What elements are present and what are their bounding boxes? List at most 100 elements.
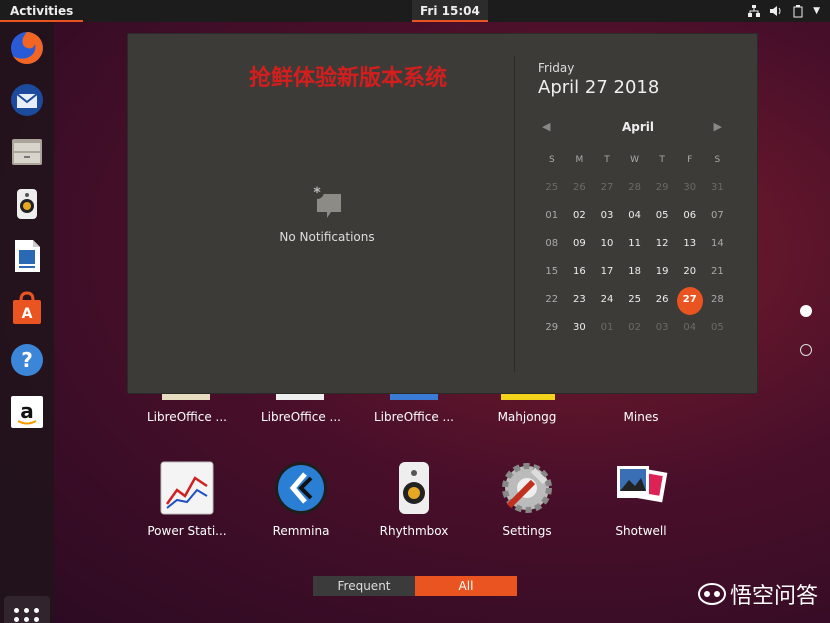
files-launcher[interactable] xyxy=(9,134,45,170)
calendar-day[interactable]: 26 xyxy=(648,286,676,314)
mahjongg-icon-fragment xyxy=(501,394,555,400)
tab-all[interactable]: All xyxy=(415,576,517,596)
calendar-day[interactable]: 25 xyxy=(538,174,566,202)
calendar-day[interactable]: 18 xyxy=(621,258,649,286)
clock-button[interactable]: Fri 15:04 xyxy=(412,0,488,22)
calendar-day[interactable]: 15 xyxy=(538,258,566,286)
calendar-day[interactable]: 04 xyxy=(621,202,649,230)
remmina-icon xyxy=(275,462,327,514)
calendar-day[interactable]: 13 xyxy=(676,230,704,258)
rhythmbox-icon xyxy=(399,462,429,514)
calendar-day[interactable]: 31 xyxy=(704,174,732,202)
weekday-header: W xyxy=(630,155,640,165)
no-notifications-label: No Notifications xyxy=(279,230,375,244)
calendar-day[interactable]: 20 xyxy=(676,258,704,286)
calendar-day[interactable]: 11 xyxy=(621,230,649,258)
calendar-day[interactable]: 16 xyxy=(566,258,594,286)
svg-text:a: a xyxy=(20,399,34,423)
show-applications-button[interactable] xyxy=(4,596,50,623)
weekday-header: S xyxy=(548,155,555,165)
calendar-day[interactable]: 30 xyxy=(676,174,704,202)
calendar-day[interactable]: 09 xyxy=(566,230,594,258)
svg-text:A: A xyxy=(22,306,33,322)
activities-button[interactable]: Activities xyxy=(0,0,84,22)
calendar-day[interactable]: 05 xyxy=(648,202,676,230)
writer-launcher[interactable] xyxy=(9,238,45,274)
calendar-day[interactable]: 27 xyxy=(676,286,704,315)
calendar-day[interactable]: 25 xyxy=(621,286,649,314)
calendar-day[interactable]: 04 xyxy=(676,314,704,342)
app-label: LibreOffice ... xyxy=(147,410,227,424)
calendar-day[interactable]: 03 xyxy=(648,314,676,342)
calendar-day[interactable]: 07 xyxy=(704,202,732,230)
calendar-day[interactable]: 24 xyxy=(593,286,621,314)
amazon-icon: a xyxy=(11,396,43,428)
calendar-day[interactable]: 12 xyxy=(648,230,676,258)
calendar-day[interactable]: 01 xyxy=(593,314,621,342)
calendar-day[interactable]: 22 xyxy=(538,286,566,314)
calendar-day[interactable]: 03 xyxy=(593,202,621,230)
app-remmina[interactable]: Remmina xyxy=(246,460,356,538)
calendar-day[interactable]: 29 xyxy=(648,174,676,202)
power-statistics-icon xyxy=(160,461,214,515)
calendar-day[interactable]: 28 xyxy=(621,174,649,202)
amazon-launcher[interactable]: a xyxy=(9,394,45,430)
calendar-day[interactable]: 29 xyxy=(538,314,566,342)
app-label: Mines xyxy=(623,410,659,424)
app-libreoffice-1[interactable]: LibreOffice ... xyxy=(132,406,242,424)
app-label: Rhythmbox xyxy=(379,524,449,538)
app-shotwell[interactable]: Shotwell xyxy=(586,460,696,538)
calendar-day[interactable]: 10 xyxy=(593,230,621,258)
calendar-day[interactable]: 19 xyxy=(648,258,676,286)
app-label: Mahjongg xyxy=(497,410,557,424)
calendar-day[interactable]: 02 xyxy=(566,202,594,230)
calendar-day[interactable]: 21 xyxy=(704,258,732,286)
calendar-full-date[interactable]: April 27 2018 xyxy=(538,77,738,98)
tab-frequent[interactable]: Frequent xyxy=(313,576,415,596)
calendar-day[interactable]: 01 xyxy=(538,202,566,230)
app-settings[interactable]: Settings xyxy=(472,460,582,538)
app-mines[interactable]: Mines xyxy=(586,406,696,424)
notifications-icon: * xyxy=(310,185,341,218)
app-label: Shotwell xyxy=(615,524,667,538)
calendar-day[interactable]: 05 xyxy=(704,314,732,342)
page-indicator-active[interactable] xyxy=(800,305,812,317)
app-libreoffice-2[interactable]: LibreOffice ... xyxy=(246,406,356,424)
app-rhythmbox[interactable]: Rhythmbox xyxy=(359,460,469,538)
libreoffice-icon-fragment xyxy=(390,394,438,400)
calendar-day[interactable]: 23 xyxy=(566,286,594,314)
app-power-statistics[interactable]: Power Stati... xyxy=(132,460,242,538)
app-mahjongg[interactable]: Mahjongg xyxy=(472,406,582,424)
previous-month-icon[interactable]: ◀ xyxy=(542,120,550,133)
software-icon: A xyxy=(13,291,41,324)
app-label: LibreOffice ... xyxy=(374,410,454,424)
thunderbird-launcher[interactable] xyxy=(9,82,45,118)
app-label: Remmina xyxy=(272,524,330,538)
libreoffice-writer-icon xyxy=(15,240,40,272)
next-month-icon[interactable]: ▶ xyxy=(714,120,722,133)
app-label: Settings xyxy=(502,524,552,538)
rhythmbox-launcher[interactable] xyxy=(9,186,45,222)
system-status-area[interactable]: ▼ xyxy=(748,0,820,22)
app-libreoffice-3[interactable]: LibreOffice ... xyxy=(359,406,469,424)
calendar-day[interactable]: 08 xyxy=(538,230,566,258)
software-launcher[interactable]: A xyxy=(9,290,45,326)
calendar-day[interactable]: 26 xyxy=(566,174,594,202)
calendar-day[interactable]: 14 xyxy=(704,230,732,258)
calendar-day[interactable]: 30 xyxy=(566,314,594,342)
top-bar: Activities Fri 15:04 ▼ xyxy=(0,0,830,22)
app-label: Power Stati... xyxy=(147,524,227,538)
divider xyxy=(514,56,515,372)
help-launcher[interactable]: ? xyxy=(9,342,45,378)
calendar-day[interactable]: 17 xyxy=(593,258,621,286)
svg-text:*: * xyxy=(313,185,321,201)
calendar-day[interactable]: 06 xyxy=(676,202,704,230)
calendar-day[interactable]: 27 xyxy=(593,174,621,202)
calendar-day[interactable]: 28 xyxy=(704,286,732,314)
view-switcher: Frequent All xyxy=(313,576,517,596)
page-indicator[interactable] xyxy=(800,344,812,356)
thunderbird-icon xyxy=(11,84,43,116)
calendar-day[interactable]: 02 xyxy=(621,314,649,342)
weekday-header: S xyxy=(714,155,721,165)
firefox-launcher[interactable] xyxy=(9,30,45,66)
